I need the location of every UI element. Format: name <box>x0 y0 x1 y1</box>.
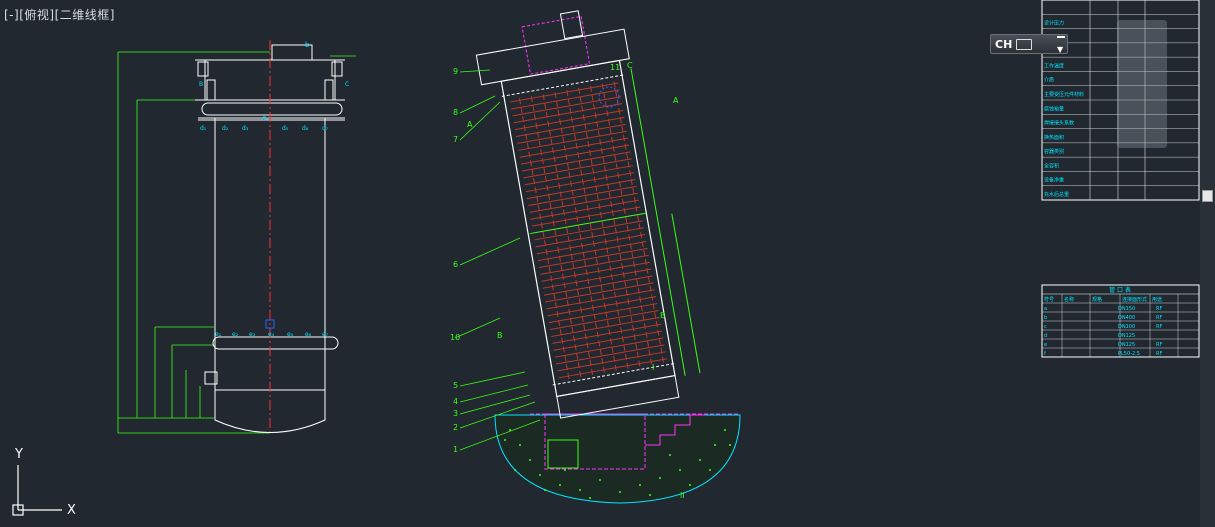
callout-5: 5 <box>453 381 458 390</box>
ime-language-indicator[interactable]: CH <box>995 38 1012 51</box>
nozzle-table-cell: DN150 <box>1118 306 1135 312</box>
title-block-row-label: 主要受压元件材料 <box>1044 91 1084 98</box>
title-block-row-label: 容器类别 <box>1044 148 1064 155</box>
nozzle-table-cell: DN100 <box>1118 324 1135 330</box>
title-block-row-label: 腐蚀裕量 <box>1044 105 1064 112</box>
section-label-b-left: B <box>497 331 503 340</box>
callout-8: 8 <box>453 108 458 117</box>
title-block-row-label: 工作温度 <box>1044 62 1064 69</box>
nozzle-table-cell: b <box>1044 315 1047 321</box>
leader-note-i: I <box>652 363 654 372</box>
title-block-row-label: 介质 <box>1044 77 1054 84</box>
drawing-viewport[interactable]: [-][俯视][二维线框] b d₁ d₂ d₃ d₄ d₅ d₆ d₇ e₁ … <box>0 0 1215 527</box>
nozzle-table-cell: DN125 <box>1118 342 1135 348</box>
ime-minimize-icon[interactable] <box>1057 36 1065 38</box>
ucs-x-label: X <box>67 503 76 518</box>
nozzle-label-e3: e₃ <box>249 331 256 338</box>
nozzle-label-d7: d₇ <box>322 125 329 132</box>
side-label-c: C <box>345 81 349 88</box>
nozzle-table-cell: RF <box>1156 351 1162 357</box>
side-label-b: B <box>199 81 203 88</box>
nozzle-table-cell: PL50-2.5 <box>1118 351 1140 357</box>
keyboard-icon[interactable] <box>1016 38 1033 50</box>
ime-options-chevron-icon[interactable]: ▼ <box>1057 45 1063 54</box>
left-elevation-view <box>117 40 356 434</box>
left-dimension-lines <box>117 51 356 434</box>
nozzle-table-title: 管 口 表 <box>1109 286 1131 294</box>
nozzle-table-header: 名称 <box>1064 296 1074 303</box>
title-block-row-label: 充水后总重 <box>1044 191 1069 198</box>
nozzle-table-cell: d <box>1044 333 1047 339</box>
right-section-view <box>454 10 741 504</box>
nozzle-label-e4: e₄ <box>268 331 275 338</box>
title-block-row-label: 全容积 <box>1044 162 1059 169</box>
nozzle-label-e5: e₅ <box>287 331 294 338</box>
nozzle-label-d2: d₂ <box>222 125 229 132</box>
nozzle-table-cell: RF <box>1156 306 1162 312</box>
section-label-b-right: B <box>660 311 666 320</box>
nozzle-label-e2: e₂ <box>232 331 239 338</box>
nozzle-label-d1: d₁ <box>200 125 207 132</box>
tube-bundle <box>509 81 668 381</box>
nozzle-table-cell: RF <box>1156 342 1162 348</box>
section-label-c: C <box>627 61 633 70</box>
callout-1: 1 <box>453 445 458 454</box>
bottom-nozzle-row <box>204 336 339 385</box>
title-block-row-label: 焊接接头系数 <box>1044 120 1074 127</box>
nozzle-table-cell: RF <box>1156 315 1162 321</box>
nozzle-table-cell: a <box>1044 306 1047 312</box>
title-block-row-label: 设备净重 <box>1044 177 1064 184</box>
nozzle-label-d3: d₃ <box>242 125 249 132</box>
nozzle-table-header: 符号 <box>1044 296 1054 303</box>
section-label-a-left: A <box>467 120 473 129</box>
cad-drawing-canvas: b d₁ d₂ d₃ d₄ d₅ d₆ d₇ e₁ e₂ e₃ e₄ e₅ e₆… <box>12 0 1200 518</box>
nozzle-table-cell: DN400 <box>1118 315 1135 321</box>
callout-2: 2 <box>453 423 458 432</box>
nozzle-table-header: 规格 <box>1092 296 1102 303</box>
nozzle-label-e6: e₆ <box>305 331 312 338</box>
foundation-outline <box>494 414 741 504</box>
callout-9: 9 <box>453 67 458 76</box>
nozzle-label-d5: d₅ <box>282 125 289 132</box>
title-block-row-label: 换热面积 <box>1044 134 1064 141</box>
ucs-icon <box>12 465 62 516</box>
leader-note-ii: II <box>680 491 685 500</box>
callout-10: 10 <box>450 333 460 342</box>
nozzle-label-e1: e₁ <box>215 331 222 338</box>
nozzle-table-header: 用途 <box>1152 296 1162 303</box>
section-label-a-right: A <box>673 96 679 105</box>
nozzle-table-cell: RF <box>1156 324 1162 330</box>
callout-3: 3 <box>453 409 458 418</box>
nozzle-table-cell: c <box>1044 324 1047 330</box>
translucent-tool-palette[interactable] <box>1117 20 1167 148</box>
callout-7: 7 <box>453 135 458 144</box>
nozzle-table-header: 连接面形式 <box>1122 296 1147 303</box>
callout-11: 11 <box>610 63 620 72</box>
scrollbar-thumb[interactable] <box>1202 190 1213 202</box>
callout-4: 4 <box>453 397 458 406</box>
nozzle-table-cell: DN125 <box>1118 333 1135 339</box>
left-top-label: b <box>305 41 310 49</box>
callout-6: 6 <box>453 260 458 269</box>
nozzle-label-d4: d₄ <box>262 115 269 122</box>
ucs-y-label: Y <box>14 447 23 462</box>
vertical-scrollbar[interactable] <box>1200 0 1215 527</box>
top-nozzle-row <box>198 102 345 121</box>
nozzle-table: 管 口 表 符号 名称 规格 连接面形式 用途 a DN150 RF b DN400 RF c DN10… <box>1041 284 1200 358</box>
nozzle-table-cell: f <box>1044 351 1046 357</box>
nozzle-label-e7: e₇ <box>322 331 329 338</box>
title-block-row-label: 设计压力 <box>1044 20 1064 27</box>
nozzle-table-cell: e <box>1044 342 1047 348</box>
nozzle-label-d6: d₆ <box>302 125 309 132</box>
